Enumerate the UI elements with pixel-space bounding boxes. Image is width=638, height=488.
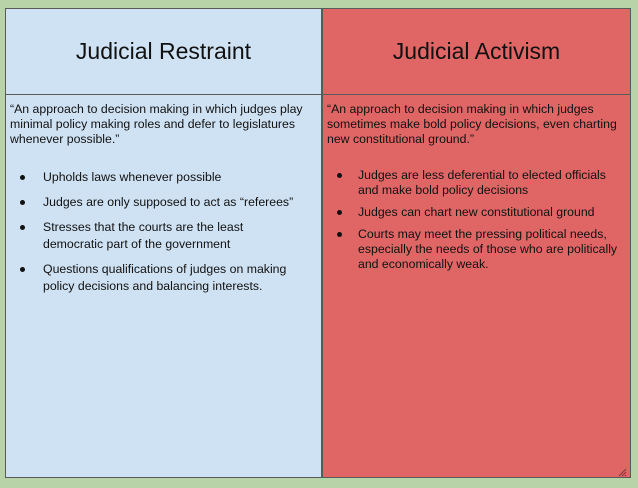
list-item-text: Stresses that the courts are the least d… [43,220,244,251]
list-item-text: Courts may meet the pressing political n… [358,227,618,271]
activism-header: Judicial Activism [323,9,630,95]
restraint-definition: “An approach to decision making in which… [10,102,303,146]
list-item: Stresses that the courts are the least d… [6,219,321,253]
comparison-table: Judicial Restraint “An approach to decis… [0,0,638,488]
list-item-text: Questions qualifications of judges on ma… [43,262,287,293]
list-item-text: Judges can chart new constitutional grou… [358,205,595,219]
bullet-icon [20,267,25,272]
list-item-text: Judges are less deferential to elected o… [358,168,606,197]
bullet-icon [20,175,25,180]
judicial-activism-panel: Judicial Activism “An approach to decisi… [322,8,631,478]
bullet-icon [20,225,25,230]
list-item: Upholds laws whenever possible [6,169,321,186]
activism-points-list: Judges are less deferential to elected o… [323,168,630,272]
list-item: Judges can chart new constitutional grou… [323,205,630,220]
list-item-text: Upholds laws whenever possible [43,170,222,184]
list-item: Judges are only supposed to act as “refe… [6,194,321,211]
list-item: Courts may meet the pressing political n… [323,227,630,272]
restraint-header: Judicial Restraint [6,9,321,95]
bullet-icon [337,210,342,215]
judicial-restraint-panel: Judicial Restraint “An approach to decis… [5,8,322,478]
list-item: Judges are less deferential to elected o… [323,168,630,198]
list-item: Questions qualifications of judges on ma… [6,261,321,295]
resize-handle-icon[interactable] [617,464,627,477]
bullet-icon [337,173,342,178]
bullet-icon [20,200,25,205]
restraint-title: Judicial Restraint [75,38,252,64]
restraint-points-list: Upholds laws whenever possible Judges ar… [6,169,321,295]
bullet-icon [337,232,342,237]
activism-definition: “An approach to decision making in which… [327,102,617,146]
activism-title: Judicial Activism [392,38,561,64]
list-item-text: Judges are only supposed to act as “refe… [43,195,294,209]
